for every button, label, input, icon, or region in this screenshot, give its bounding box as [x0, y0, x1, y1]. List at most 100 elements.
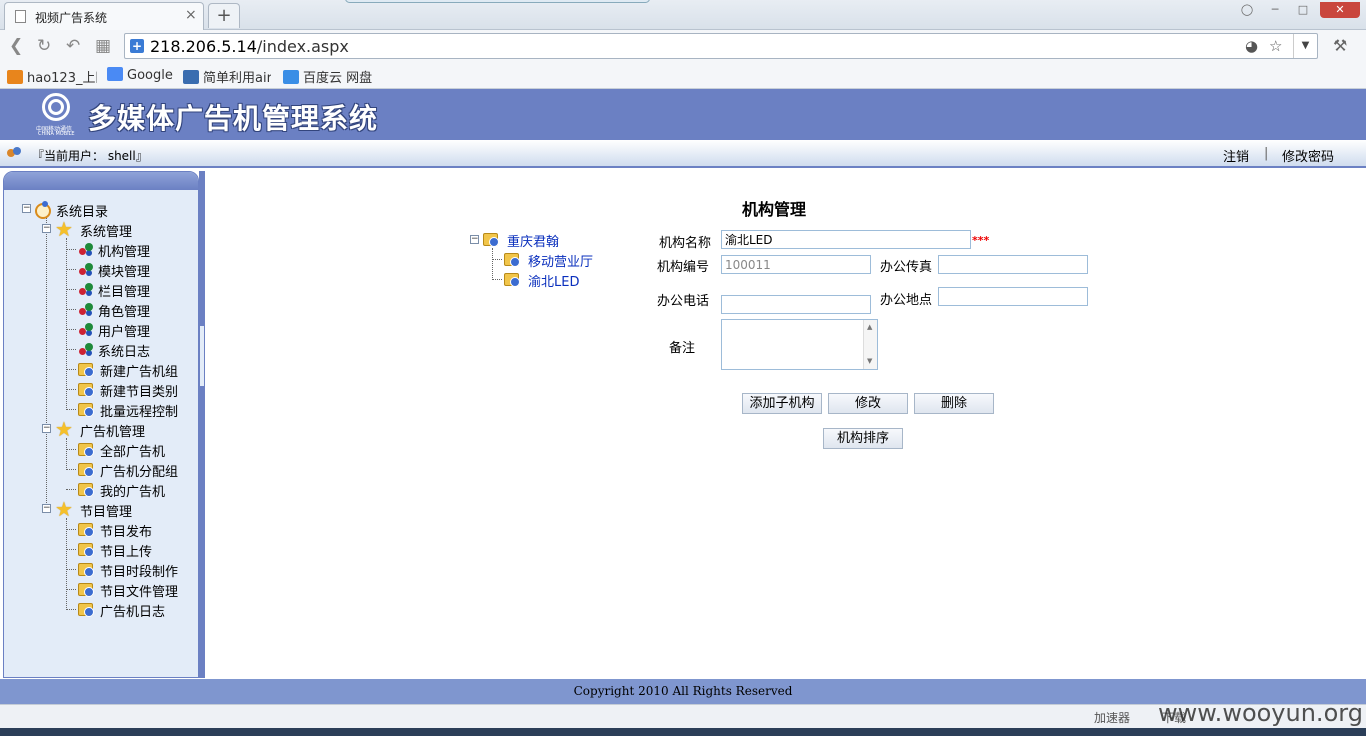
item-label: 节目上传 — [100, 545, 153, 560]
bookmarks-bar: hao123_上网 Google 简单利用airc 百度云 网盘 — [0, 62, 1366, 89]
settings-wrench-icon[interactable]: ⚒ — [1333, 36, 1347, 55]
bookmark-airc[interactable]: 简单利用airc — [183, 67, 271, 86]
maximize-icon[interactable]: □ — [1292, 2, 1314, 18]
item-label: 节目文件管理 — [100, 585, 179, 600]
address-dropdown-icon[interactable]: ▼ — [1293, 34, 1317, 58]
sidebar-splitter[interactable] — [199, 171, 205, 678]
undo-icon[interactable]: ↶ — [66, 36, 80, 56]
skin-icon[interactable]: ◯ — [1236, 2, 1258, 18]
notification-bar — [345, 0, 650, 3]
sort-org-button[interactable]: 机构排序 — [823, 428, 903, 449]
collapse-toggle-icon[interactable]: − — [22, 204, 31, 213]
item-label: 新建广告机组 — [100, 365, 179, 380]
item-label: 批量远程控制 — [100, 405, 179, 420]
required-mark: *** — [972, 234, 990, 247]
delete-button[interactable]: 删除 — [914, 393, 994, 414]
folder-user-icon — [78, 563, 94, 577]
folder-user-icon — [78, 483, 94, 497]
divider: | — [1264, 146, 1269, 161]
bookmark-hao123[interactable]: hao123_上网 — [7, 67, 97, 86]
bookmark-baidu-cloud[interactable]: 百度云 网盘 — [283, 67, 373, 86]
bookmark-label: hao123_上网 — [27, 71, 97, 86]
address-bar[interactable]: + 218.206.5.14/index.aspx ◕ ☆ ▼ — [124, 33, 1318, 59]
security-shield-icon: + — [130, 39, 144, 53]
logo-text-en: CHINA MOBILE — [38, 131, 75, 137]
collapse-toggle-icon[interactable]: − — [42, 224, 51, 233]
phone-input[interactable] — [721, 295, 871, 314]
textarea-scrollbar[interactable]: ▲ ▼ — [863, 320, 877, 369]
hao123-icon — [7, 70, 23, 84]
scroll-up-icon[interactable]: ▲ — [867, 323, 872, 331]
collapse-toggle-icon[interactable]: − — [42, 504, 51, 513]
bookmark-label: 简单利用airc — [203, 71, 271, 86]
folder-user-icon — [78, 443, 94, 457]
china-mobile-logo: 中国移动通信 CHINA MOBILE — [36, 93, 78, 137]
item-label: 节目时段制作 — [100, 565, 179, 580]
address-label: 办公地点 — [880, 293, 933, 308]
folder-user-icon — [483, 233, 499, 247]
folder-user-icon — [78, 403, 94, 417]
collapse-toggle-icon[interactable]: − — [470, 235, 479, 244]
new-tab-button[interactable]: + — [208, 3, 240, 28]
tab-title: 视频广告系统 — [35, 11, 108, 25]
accelerator-button[interactable]: 加速器 — [1094, 709, 1130, 726]
add-child-org-button[interactable]: 添加子机构 — [742, 393, 822, 414]
item-label: 用户管理 — [98, 325, 151, 340]
item-label: 角色管理 — [98, 305, 151, 320]
org-node-label: 重庆君翰 — [507, 235, 560, 250]
org-code-input[interactable] — [721, 255, 871, 274]
item-label: 系统日志 — [98, 345, 151, 360]
logout-link[interactable]: 注销 — [1223, 146, 1249, 165]
item-label: 广告机分配组 — [100, 465, 179, 480]
directory-icon — [34, 201, 51, 219]
org-name-input[interactable] — [721, 230, 971, 249]
sidebar: − 系统目录 − 系统管理 机构管理 模块管理 栏目管理 角色管理 用户管理 系… — [3, 171, 199, 678]
refresh-icon[interactable]: ↻ — [37, 36, 51, 56]
url-text: 218.206.5.14/index.aspx — [150, 37, 349, 56]
item-label: 机构管理 — [98, 245, 151, 260]
org-node-label: 移动营业厅 — [528, 255, 594, 270]
fax-input[interactable] — [938, 255, 1088, 274]
app-title: 多媒体广告机管理系统 — [88, 102, 379, 135]
minimize-icon[interactable]: ─ — [1264, 2, 1286, 18]
folder-user-icon — [78, 383, 94, 397]
module-icon — [78, 321, 95, 338]
window-controls: ◯ ─ □ ✕ — [1236, 2, 1360, 18]
bookmark-label: 百度云 网盘 — [303, 71, 373, 86]
folder-user-icon — [78, 603, 94, 617]
module-icon — [78, 281, 95, 298]
apps-icon[interactable]: ▦ — [95, 36, 111, 56]
remark-textarea[interactable]: ▲ ▼ — [721, 319, 878, 370]
cloud-icon — [283, 70, 299, 84]
sidebar-header — [4, 172, 198, 190]
item-label: 节目发布 — [100, 525, 153, 540]
star-icon — [55, 217, 73, 241]
splitter-handle[interactable] — [200, 326, 204, 386]
close-window-icon[interactable]: ✕ — [1320, 2, 1360, 18]
users-icon — [7, 147, 23, 159]
collapse-toggle-icon[interactable]: − — [42, 424, 51, 433]
org-code-label: 机构编号 — [657, 260, 710, 275]
back-icon[interactable]: ❮ — [9, 36, 23, 56]
browser-status-bar: 加速器 下载 www.wooyun.org — [0, 699, 1366, 728]
group-label: 节目管理 — [80, 505, 133, 520]
watermark: www.wooyun.org — [1158, 699, 1363, 727]
module-icon — [78, 261, 95, 278]
url-path: /index.aspx — [256, 37, 349, 56]
google-icon — [107, 67, 123, 81]
edit-button[interactable]: 修改 — [828, 393, 908, 414]
copyright-text: Copyright 2010 All Rights Reserved — [573, 684, 793, 698]
bookmark-label: Google — [127, 68, 173, 83]
bookmark-google[interactable]: Google — [107, 67, 177, 83]
browser-tab[interactable]: 视频广告系统 × — [4, 2, 204, 30]
address-input[interactable] — [938, 287, 1088, 306]
page-title: 机构管理 — [742, 200, 807, 219]
favorite-star-icon[interactable]: ☆ — [1269, 37, 1282, 55]
scroll-down-icon[interactable]: ▼ — [867, 357, 872, 365]
folder-user-icon — [78, 523, 94, 537]
user-bar: 『当前用户： shell』 注销 | 修改密码 — [0, 140, 1366, 168]
ie-mode-icon[interactable]: ◕ — [1245, 37, 1258, 55]
remark-label: 备注 — [669, 341, 696, 356]
change-password-link[interactable]: 修改密码 — [1282, 146, 1334, 165]
close-tab-icon[interactable]: × — [185, 7, 197, 23]
